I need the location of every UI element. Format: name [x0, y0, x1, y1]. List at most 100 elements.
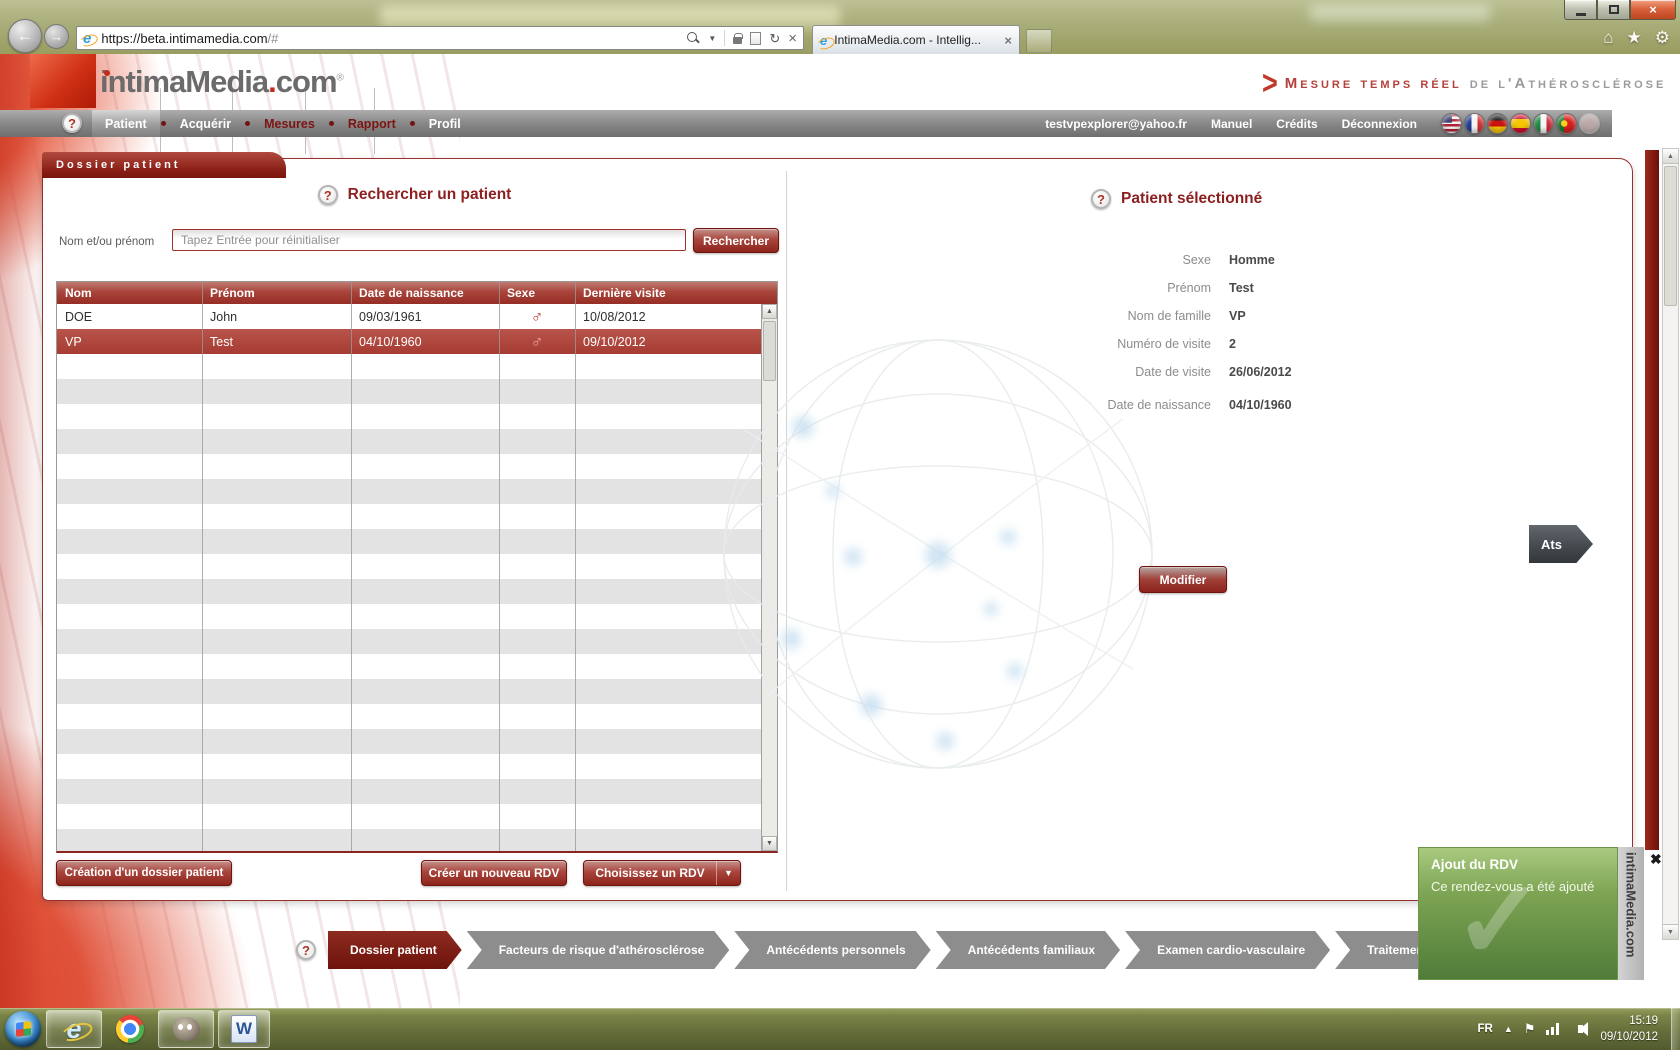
flag-es-icon[interactable] [1510, 113, 1531, 134]
back-button[interactable]: ← [8, 19, 42, 53]
step-facteurs-de-risque[interactable]: Facteurs de risque d'athérosclérose [467, 931, 730, 969]
show-hidden-icons-arrow[interactable]: ▲ [1504, 1024, 1513, 1034]
help-icon[interactable]: ? [1091, 189, 1111, 209]
table-scrollbar[interactable]: ▲ ▼ [761, 304, 777, 851]
refresh-icon[interactable]: ↻ [769, 32, 780, 45]
cell-visite: 09/10/2012 [575, 335, 761, 349]
scroll-up-icon[interactable]: ▲ [762, 304, 777, 319]
male-icon: ♂ [531, 332, 544, 351]
help-icon[interactable]: ? [318, 185, 338, 205]
help-icon[interactable]: ? [296, 940, 316, 960]
maximize-button[interactable] [1597, 0, 1630, 20]
nav-item-patient[interactable]: Patient [92, 110, 160, 137]
show-desktop-button[interactable] [1671, 1008, 1680, 1050]
url-text[interactable]: https://beta.intimamedia.com/# [101, 31, 687, 46]
search-icon[interactable] [687, 32, 700, 45]
chevron-down-icon[interactable]: ▼ [716, 861, 740, 885]
field-value: 26/06/2012 [1229, 365, 1292, 380]
taskbar-chrome-button[interactable] [106, 1010, 154, 1048]
scrollbar-thumb[interactable] [1664, 166, 1677, 306]
volume-icon[interactable] [1578, 1025, 1583, 1033]
modify-button[interactable]: Modifier [1139, 566, 1227, 593]
search-button[interactable]: Rechercher [693, 228, 779, 253]
nav-item-profil[interactable]: Profil [416, 110, 474, 137]
toast-body: Ajout du RDV Ce rendez-vous a été ajouté… [1418, 847, 1618, 980]
create-patient-button[interactable]: Création d'un dossier patient [56, 860, 232, 886]
scroll-down-icon[interactable]: ▼ [1663, 924, 1678, 939]
scroll-up-icon[interactable]: ▲ [1663, 149, 1678, 164]
action-center-flag-icon[interactable]: ⚑ [1524, 1021, 1536, 1037]
page-tab-dossier-patient[interactable]: Dossier patient [42, 152, 286, 178]
link-manuel[interactable]: Manuel [1211, 117, 1252, 131]
flag-it-icon[interactable] [1533, 113, 1554, 134]
compatibility-view-icon[interactable] [750, 32, 761, 45]
start-button[interactable] [5, 1011, 41, 1047]
table-row-selected[interactable]: VP Test 04/10/1960 ♂ 09/10/2012 [57, 329, 777, 354]
tab-close-icon[interactable]: × [1004, 33, 1012, 48]
step-examen-cardio-vasculaire[interactable]: Examen cardio-vasculaire [1125, 931, 1330, 969]
new-tab-button[interactable] [1026, 29, 1052, 53]
taskbar-gimp-button[interactable] [158, 1010, 214, 1048]
browser-tab[interactable]: e IntimaMedia.com - Intellig... × [812, 25, 1020, 54]
favorites-star-icon[interactable]: ★ [1627, 28, 1642, 48]
maximize-icon [1609, 5, 1619, 14]
toast-close-icon[interactable]: ✖ [1650, 852, 1662, 866]
step-antecedents-familiaux[interactable]: Antécédents familiaux [936, 931, 1120, 969]
search-title: Rechercher un patient [348, 186, 512, 204]
search-field-label: Nom et/ou prénom [59, 236, 154, 248]
address-bar[interactable]: e https://beta.intimamedia.com/# ▼ ↻ × [76, 26, 804, 50]
scroll-down-icon[interactable]: ▼ [762, 836, 777, 851]
step-antecedents-personnels[interactable]: Antécédents personnels [734, 931, 930, 969]
pane-divider [786, 171, 787, 891]
ie-icon: e [66, 1016, 81, 1043]
field-row-date-visite: Date de visite 26/06/2012 [911, 365, 1371, 380]
minimize-button[interactable] [1564, 0, 1597, 20]
male-icon: ♂ [531, 307, 544, 326]
stop-icon[interactable]: × [788, 31, 797, 46]
home-icon[interactable]: ⌂ [1603, 28, 1613, 48]
flag-us-icon[interactable] [1441, 113, 1462, 134]
table-row[interactable]: DOE John 09/03/1961 ♂ 10/08/2012 [57, 304, 777, 329]
chrome-icon [116, 1015, 144, 1043]
cell-sexe: ♂ [499, 307, 575, 327]
flag-de-icon[interactable] [1487, 113, 1508, 134]
choose-rdv-dropdown[interactable]: Choisissez un RDV ▼ [583, 860, 741, 886]
tagline-chevron-icon: > [1262, 67, 1278, 101]
nav-item-mesures[interactable]: Mesures [251, 110, 328, 137]
column-separator [351, 282, 352, 851]
empty-table-rows [57, 354, 761, 851]
network-icon[interactable] [1546, 1023, 1561, 1035]
screen: × ← → e https://beta.intimamedia.com/# ▼… [0, 0, 1680, 1050]
col-header-prenom: Prénom [202, 282, 351, 304]
field-row-prenom: Prénom Test [911, 281, 1371, 296]
taskbar-word-button[interactable]: W [218, 1010, 270, 1048]
link-deconnexion[interactable]: Déconnexion [1342, 117, 1417, 131]
search-dropdown-caret-icon[interactable]: ▼ [708, 34, 716, 43]
taskbar-clock[interactable]: 15:19 09/10/2012 [1600, 1013, 1658, 1045]
taskbar-ie-button[interactable]: e [46, 1010, 102, 1048]
choose-rdv-label: Choisissez un RDV [584, 866, 716, 880]
field-label: Sexe [911, 253, 1211, 268]
nav-item-rapport[interactable]: Rapport [335, 110, 409, 137]
create-rdv-button[interactable]: Créer un nouveau RDV [421, 860, 567, 886]
forward-button[interactable]: → [44, 24, 69, 49]
divider [724, 30, 725, 46]
background-window-blur [1310, 4, 1490, 22]
page-scrollbar[interactable]: ▲ ▼ [1662, 148, 1679, 940]
ats-arrow-button[interactable]: Ats [1529, 525, 1593, 563]
search-input[interactable] [172, 229, 686, 251]
check-icon: ✓ [1453, 866, 1545, 976]
nav-item-acquerir[interactable]: Acquérir [167, 110, 244, 137]
cell-prenom: John [202, 310, 351, 324]
language-indicator[interactable]: FR [1478, 1023, 1493, 1035]
window-close-button[interactable]: × [1630, 0, 1676, 20]
help-icon[interactable]: ? [62, 113, 82, 133]
windows-flag-icon [16, 1021, 31, 1037]
flag-fr-icon[interactable] [1464, 113, 1485, 134]
tools-gear-icon[interactable]: ⚙ [1655, 28, 1670, 48]
link-credits[interactable]: Crédits [1276, 117, 1317, 131]
scrollbar-thumb[interactable] [763, 321, 776, 381]
language-flags [1441, 113, 1600, 134]
flag-pt-icon[interactable] [1556, 113, 1577, 134]
step-dossier-patient[interactable]: Dossier patient [328, 931, 462, 969]
